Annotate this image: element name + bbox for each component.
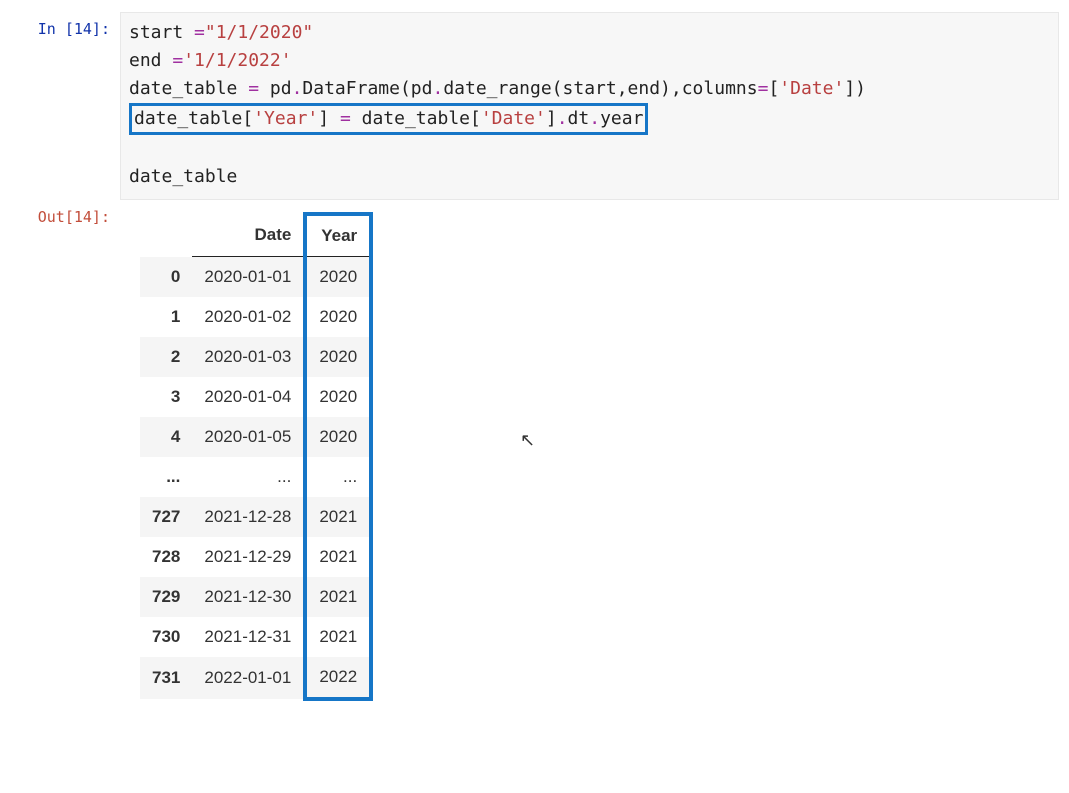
cell-date: 2021-12-28	[192, 497, 305, 537]
cell-index: 2	[140, 337, 192, 377]
cell-index: 729	[140, 577, 192, 617]
code-input-area[interactable]: start ="1/1/2020" end ='1/1/2022' date_t…	[120, 12, 1059, 200]
cell-date: 2020-01-02	[192, 297, 305, 337]
code-block[interactable]: start ="1/1/2020" end ='1/1/2022' date_t…	[129, 19, 1050, 191]
cell-index: 730	[140, 617, 192, 657]
cell-year: 2020	[305, 297, 371, 337]
cell-year: 2021	[305, 617, 371, 657]
table-row: 22020-01-032020	[140, 337, 371, 377]
input-cell: In [14]: start ="1/1/2020" end ='1/1/202…	[10, 12, 1059, 200]
dataframe-table: Date Year 02020-01-01202012020-01-022020…	[140, 212, 373, 701]
cell-year: 2021	[305, 497, 371, 537]
output-cell: Out[14]: Date Year 02020-01-01202012020-…	[10, 200, 1059, 701]
cell-date: 2020-01-03	[192, 337, 305, 377]
table-row: 7292021-12-302021	[140, 577, 371, 617]
out-prompt: Out[14]:	[10, 200, 120, 226]
table-header: Date Year	[140, 214, 371, 257]
cell-index: ...	[140, 457, 192, 497]
cell-date: 2020-01-01	[192, 257, 305, 298]
cell-date: 2020-01-05	[192, 417, 305, 457]
cell-index: 728	[140, 537, 192, 577]
cell-year: 2020	[305, 337, 371, 377]
cell-year: 2022	[305, 657, 371, 699]
cell-year: 2020	[305, 257, 371, 298]
table-row: 32020-01-042020	[140, 377, 371, 417]
highlighted-code-line: date_table['Year'] = date_table['Date'].…	[129, 103, 648, 135]
table-row: 42020-01-052020	[140, 417, 371, 457]
cell-index: 731	[140, 657, 192, 699]
cell-year: 2021	[305, 577, 371, 617]
table-row: 7272021-12-282021	[140, 497, 371, 537]
header-date: Date	[192, 214, 305, 257]
cell-index: 727	[140, 497, 192, 537]
cell-year: ...	[305, 457, 371, 497]
in-prompt: In [14]:	[10, 12, 120, 38]
cell-date: ...	[192, 457, 305, 497]
cell-date: 2022-01-01	[192, 657, 305, 699]
cell-date: 2021-12-31	[192, 617, 305, 657]
table-row: .........	[140, 457, 371, 497]
cell-year: 2021	[305, 537, 371, 577]
header-year: Year	[305, 214, 371, 257]
cell-year: 2020	[305, 377, 371, 417]
cell-date: 2020-01-04	[192, 377, 305, 417]
table-row: 12020-01-022020	[140, 297, 371, 337]
header-index	[140, 214, 192, 257]
cell-index: 3	[140, 377, 192, 417]
table-row: 7312022-01-012022	[140, 657, 371, 699]
cell-date: 2021-12-30	[192, 577, 305, 617]
cell-year: 2020	[305, 417, 371, 457]
jupyter-notebook: In [14]: start ="1/1/2020" end ='1/1/202…	[0, 0, 1069, 731]
table-row: 02020-01-012020	[140, 257, 371, 298]
table-row: 7302021-12-312021	[140, 617, 371, 657]
cell-index: 1	[140, 297, 192, 337]
table-body: 02020-01-01202012020-01-02202022020-01-0…	[140, 257, 371, 700]
cell-date: 2021-12-29	[192, 537, 305, 577]
cell-index: 4	[140, 417, 192, 457]
output-area: Date Year 02020-01-01202012020-01-022020…	[120, 200, 1059, 701]
table-row: 7282021-12-292021	[140, 537, 371, 577]
cell-index: 0	[140, 257, 192, 298]
